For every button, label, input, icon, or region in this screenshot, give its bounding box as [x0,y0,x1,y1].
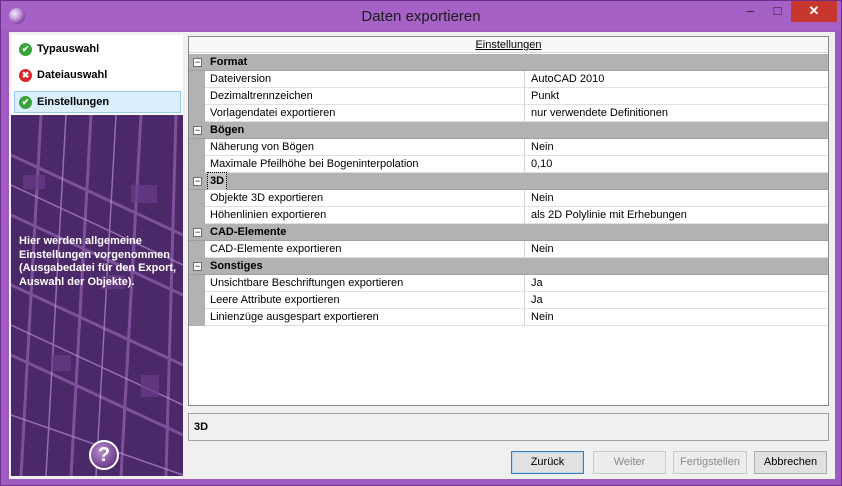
property-value[interactable]: Ja [526,275,826,292]
category-label: Sonstiges [210,260,263,272]
collapse-icon[interactable]: − [193,126,202,135]
close-button[interactable]: ✕ [791,1,837,22]
category-label: CAD-Elemente [210,226,287,238]
property-value[interactable]: nur verwendete Definitionen [526,105,826,122]
description-title: 3D [194,421,209,433]
wizard-steps: ✔ Typauswahl ✖ Dateiauswahl ✔ Einstellun… [11,35,183,115]
property-name: Leere Attribute exportieren [205,292,525,309]
property-row[interactable]: Linienzüge ausgespart exportieren Nein [189,309,828,326]
property-name: Dateiversion [205,71,525,88]
collapse-icon[interactable]: − [193,177,202,186]
cancel-button[interactable]: Abbrechen [754,451,827,474]
category-label: 3D [206,172,228,191]
wizard-sidebar: ✔ Typauswahl ✖ Dateiauswahl ✔ Einstellun… [11,35,183,476]
step-label: Einstellungen [37,96,110,108]
category-label: Format [210,56,248,68]
step-einstellungen[interactable]: ✔ Einstellungen [14,91,181,113]
property-value[interactable]: als 2D Polylinie mit Erhebungen [526,207,826,224]
check-icon: ✔ [19,96,32,109]
property-value[interactable]: AutoCAD 2010 [526,71,826,88]
property-row[interactable]: Dezimaltrennzeichen Punkt [189,88,828,105]
step-label: Typauswahl [37,43,100,55]
step-typauswahl[interactable]: ✔ Typauswahl [14,38,181,60]
property-name: CAD-Elemente exportieren [205,241,525,258]
property-value[interactable]: Nein [526,190,826,207]
step-label: Dateiauswahl [37,69,108,81]
window-title: Daten exportieren [361,8,481,25]
property-name: Linienzüge ausgespart exportieren [205,309,525,326]
property-row[interactable]: Maximale Pfeilhöhe bei Bogeninterpolatio… [189,156,828,173]
property-value[interactable]: 0,10 [526,156,826,173]
title-bar[interactable]: Daten exportieren – □ ✕ [1,1,841,31]
property-name: Dezimaltrennzeichen [205,88,525,105]
property-value[interactable]: Punkt [526,88,826,105]
property-row[interactable]: CAD-Elemente exportieren Nein [189,241,828,258]
step-dateiauswahl[interactable]: ✖ Dateiauswahl [14,64,181,86]
grid-header: Einstellungen [189,37,828,53]
property-row[interactable]: Höhenlinien exportieren als 2D Polylinie … [189,207,828,224]
category-sonstiges[interactable]: − Sonstiges [189,258,828,275]
maximize-button[interactable]: □ [764,1,791,22]
property-grid[interactable]: Einstellungen − Format Dateiversion AutoC… [188,36,829,406]
export-dialog: Daten exportieren – □ ✕ ✔ Typauswahl ✖ D… [0,0,842,486]
category-label: Bögen [210,124,245,136]
step-help-text: Hier werden allgemeine Einstellungen vor… [19,235,177,288]
back-button[interactable]: Zurück [511,451,584,474]
description-panel: 3D [188,413,829,441]
category-format[interactable]: − Format [189,54,828,71]
property-row[interactable]: Leere Attribute exportieren Ja [189,292,828,309]
help-button[interactable]: ? [89,440,119,470]
next-button[interactable]: Weiter [593,451,666,474]
category-3d[interactable]: − 3D [189,172,828,191]
error-icon: ✖ [19,69,32,82]
collapse-icon[interactable]: − [193,262,202,271]
property-name: Objekte 3D exportieren [205,190,525,207]
minimize-button[interactable]: – [737,1,764,22]
property-name: Höhenlinien exportieren [205,207,525,224]
property-row[interactable]: Unsichtbare Beschriftungen exportieren Ja [189,275,828,292]
property-value[interactable]: Nein [526,309,826,326]
collapse-icon[interactable]: − [193,58,202,67]
property-value[interactable]: Nein [526,139,826,156]
property-name: Maximale Pfeilhöhe bei Bogeninterpolatio… [205,156,525,173]
property-value[interactable]: Ja [526,292,826,309]
property-row[interactable]: Vorlagendatei exportieren nur verwendete … [189,105,828,122]
category-boegen[interactable]: − Bögen [189,122,828,139]
property-name: Unsichtbare Beschriftungen exportieren [205,275,525,292]
grid-header-label: Einstellungen [475,39,542,51]
collapse-icon[interactable]: − [193,228,202,237]
grid-rows: − Format Dateiversion AutoCAD 2010 Dezima… [189,54,828,326]
property-name: Näherung von Bögen [205,139,525,156]
property-row[interactable]: Objekte 3D exportieren Nein [189,190,828,207]
dialog-client-area: ✔ Typauswahl ✖ Dateiauswahl ✔ Einstellun… [9,32,835,479]
property-value[interactable]: Nein [526,241,826,258]
finish-button[interactable]: Fertigstellen [673,451,747,474]
check-icon: ✔ [19,43,32,56]
property-name: Vorlagendatei exportieren [205,105,525,122]
property-row[interactable]: Dateiversion AutoCAD 2010 [189,71,828,88]
category-cad-elemente[interactable]: − CAD-Elemente [189,224,828,241]
property-row[interactable]: Näherung von Bögen Nein [189,139,828,156]
